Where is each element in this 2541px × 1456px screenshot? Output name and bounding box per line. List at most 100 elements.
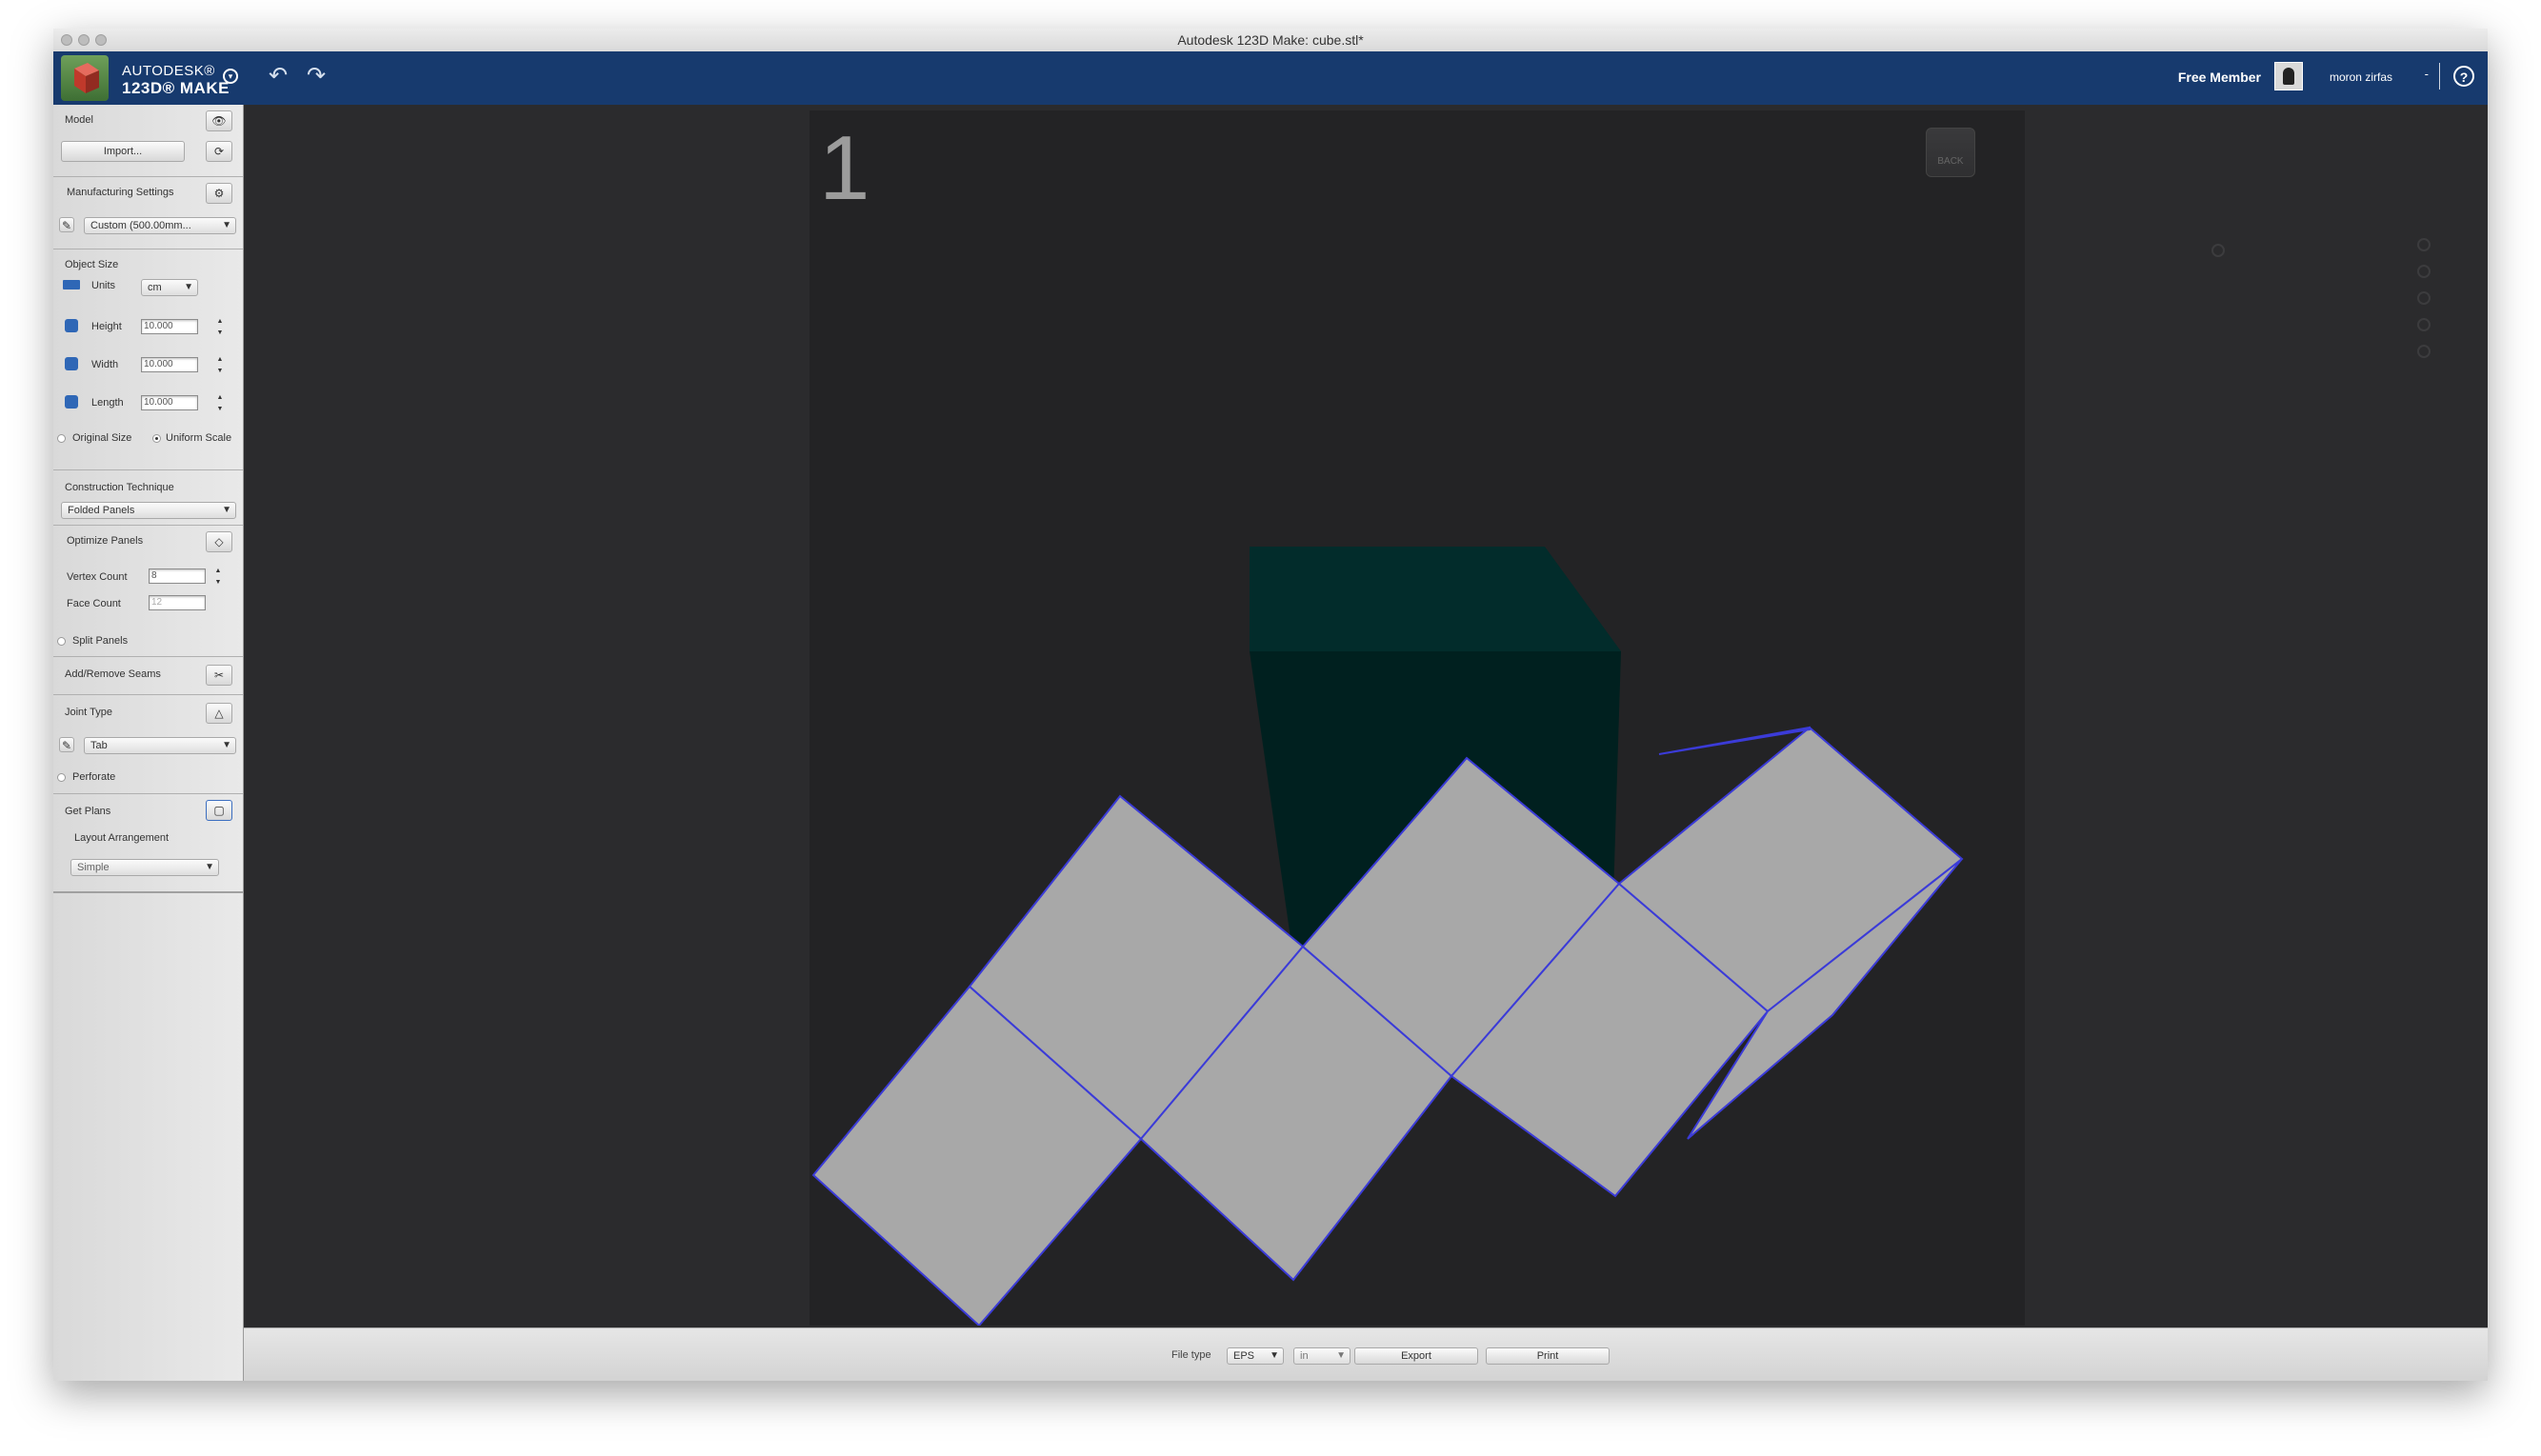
split-panels-label: Split Panels — [72, 635, 129, 647]
layout-arrangement-select[interactable]: Simple ▼ — [70, 859, 219, 876]
chevron-down-icon: ▼ — [222, 740, 231, 750]
get-plans-section: Get Plans ▢ Layout Arrangement Simple ▼ — [53, 794, 243, 893]
width-stepper[interactable]: ▲ ▼ — [215, 354, 225, 377]
title-bar: Autodesk 123D Make: cube.stl* — [53, 29, 2488, 52]
zoom-icon[interactable] — [2417, 291, 2431, 305]
construction-value: Folded Panels — [68, 505, 135, 516]
optimize-title: Optimize Panels — [67, 535, 144, 547]
pan-icon[interactable] — [2211, 244, 2225, 257]
export-unit-select[interactable]: in ▼ — [1293, 1347, 1351, 1365]
height-input[interactable]: 10.000 — [141, 319, 198, 334]
chevron-down-icon: ▼ — [222, 505, 231, 515]
cube-top-face — [1250, 547, 1621, 651]
seams-section: Add/Remove Seams ✂ — [53, 657, 243, 695]
perforate-label: Perforate — [72, 771, 116, 783]
construction-section: Construction Technique Folded Panels ▼ — [53, 470, 243, 526]
file-type-select[interactable]: EPS ▼ — [1227, 1347, 1284, 1365]
file-type-value: EPS — [1233, 1350, 1255, 1362]
file-type-label: File type — [1171, 1349, 1211, 1361]
layout-arrangement-value: Simple — [77, 862, 110, 873]
units-label: Units — [91, 280, 116, 291]
ruler-icon — [63, 280, 80, 289]
chevron-down-icon: ▼ — [1336, 1350, 1346, 1361]
eye-icon[interactable]: 👁 — [206, 110, 232, 131]
uniform-scale-radio[interactable] — [152, 434, 161, 443]
brand-product: 123D® MAKE — [122, 79, 230, 97]
3d-viewport[interactable]: 1 BACK — [244, 105, 2488, 1327]
app-menu-chevron-icon[interactable]: ▾ — [223, 69, 238, 84]
width-cube-icon — [65, 357, 78, 370]
length-input[interactable]: 10.000 — [141, 395, 198, 410]
manufacturing-preset-select[interactable]: Custom (500.00mm... ▼ — [84, 217, 236, 234]
sheet-canvas[interactable]: 1 BACK — [810, 110, 2225, 1326]
export-unit-value: in — [1300, 1350, 1309, 1362]
look-icon[interactable] — [2417, 345, 2431, 358]
units-value: cm — [148, 282, 162, 293]
fit-icon[interactable] — [2417, 318, 2431, 331]
height-label: Height — [91, 321, 122, 332]
split-panels-checkbox[interactable] — [57, 637, 66, 646]
app-logo — [61, 55, 109, 101]
refresh-icon[interactable]: ⟳ — [206, 141, 232, 162]
view-cube[interactable]: BACK — [1926, 128, 1975, 177]
joint-type-value: Tab — [90, 740, 108, 751]
vertex-count-input[interactable]: 8 — [149, 568, 206, 584]
pan-icon[interactable] — [2417, 238, 2431, 251]
construction-select[interactable]: Folded Panels ▼ — [61, 502, 236, 519]
layout-drawing[interactable] — [810, 110, 2025, 1326]
construction-title: Construction Technique — [65, 482, 174, 493]
window-title: Autodesk 123D Make: cube.stl* — [1177, 32, 1364, 48]
chevron-down-icon: ▼ — [205, 862, 214, 872]
account-menu-caret[interactable]: - — [2425, 67, 2429, 81]
joint-triangle-icon[interactable]: △ — [206, 703, 232, 724]
width-input[interactable]: 10.000 — [141, 357, 198, 372]
seam-tool-icon[interactable]: ✂ — [206, 665, 232, 686]
original-size-label: Original Size — [72, 432, 132, 444]
import-button[interactable]: Import... — [61, 141, 185, 162]
print-button[interactable]: Print — [1486, 1347, 1610, 1365]
redo-icon[interactable]: ↷ — [303, 65, 330, 88]
units-select[interactable]: cm ▼ — [141, 279, 198, 296]
manufacturing-title: Manufacturing Settings — [67, 187, 174, 198]
vertex-stepper[interactable]: ▲ ▼ — [213, 566, 223, 588]
edit-pencil-icon[interactable]: ✎ — [59, 737, 74, 752]
length-cube-icon — [65, 395, 78, 409]
get-plans-title: Get Plans — [65, 806, 111, 817]
cube-logo-icon — [74, 63, 99, 93]
object-size-title: Object Size — [65, 259, 119, 270]
joint-type-title: Joint Type — [65, 707, 112, 718]
original-size-radio[interactable] — [57, 434, 66, 443]
chevron-down-icon: ▼ — [184, 282, 193, 292]
membership-status: Free Member — [2177, 70, 2261, 85]
perforate-checkbox[interactable] — [57, 773, 66, 782]
chevron-down-icon: ▼ — [1270, 1350, 1279, 1361]
length-stepper[interactable]: ▲ ▼ — [215, 392, 225, 415]
brand-autodesk: AUTODESK® — [122, 63, 215, 79]
avatar[interactable] — [2274, 62, 2303, 90]
gear-icon[interactable]: ⚙ — [206, 183, 232, 204]
app-window: Autodesk 123D Make: cube.stl* AUTODESK® … — [53, 29, 2488, 1381]
length-label: Length — [91, 397, 124, 409]
plans-sheet-icon[interactable]: ▢ — [206, 800, 232, 821]
orbit-icon[interactable] — [2417, 265, 2431, 278]
optimize-diamond-icon[interactable]: ◇ — [206, 531, 232, 552]
manufacturing-section: Manufacturing Settings ⚙ ✎ Custom (500.0… — [53, 177, 243, 249]
joint-section: Joint Type △ ✎ Tab ▼ Perforate — [53, 695, 243, 794]
vertex-count-label: Vertex Count — [67, 571, 128, 583]
joint-type-select[interactable]: Tab ▼ — [84, 737, 236, 754]
height-stepper[interactable]: ▲ ▼ — [215, 316, 225, 339]
help-icon[interactable]: ? — [2453, 66, 2474, 87]
height-cube-icon — [65, 319, 78, 332]
edit-pencil-icon[interactable]: ✎ — [59, 217, 74, 232]
face-count-label: Face Count — [67, 598, 121, 609]
model-title: Model — [65, 114, 93, 126]
chevron-down-icon: ▼ — [222, 220, 231, 230]
object-size-section: Object Size Units cm ▼ Height 10.000 ▲ ▼ … — [53, 249, 243, 470]
export-button[interactable]: Export — [1354, 1347, 1478, 1365]
username[interactable]: moron zirfas — [2330, 70, 2392, 84]
undo-icon[interactable]: ↶ — [265, 65, 291, 88]
width-label: Width — [91, 359, 119, 370]
settings-sidebar: Model 👁 Import... ⟳ Manufacturing Settin… — [53, 105, 244, 1381]
face-count-field: 12 — [149, 595, 206, 610]
model-section: Model 👁 Import... ⟳ — [53, 105, 243, 177]
